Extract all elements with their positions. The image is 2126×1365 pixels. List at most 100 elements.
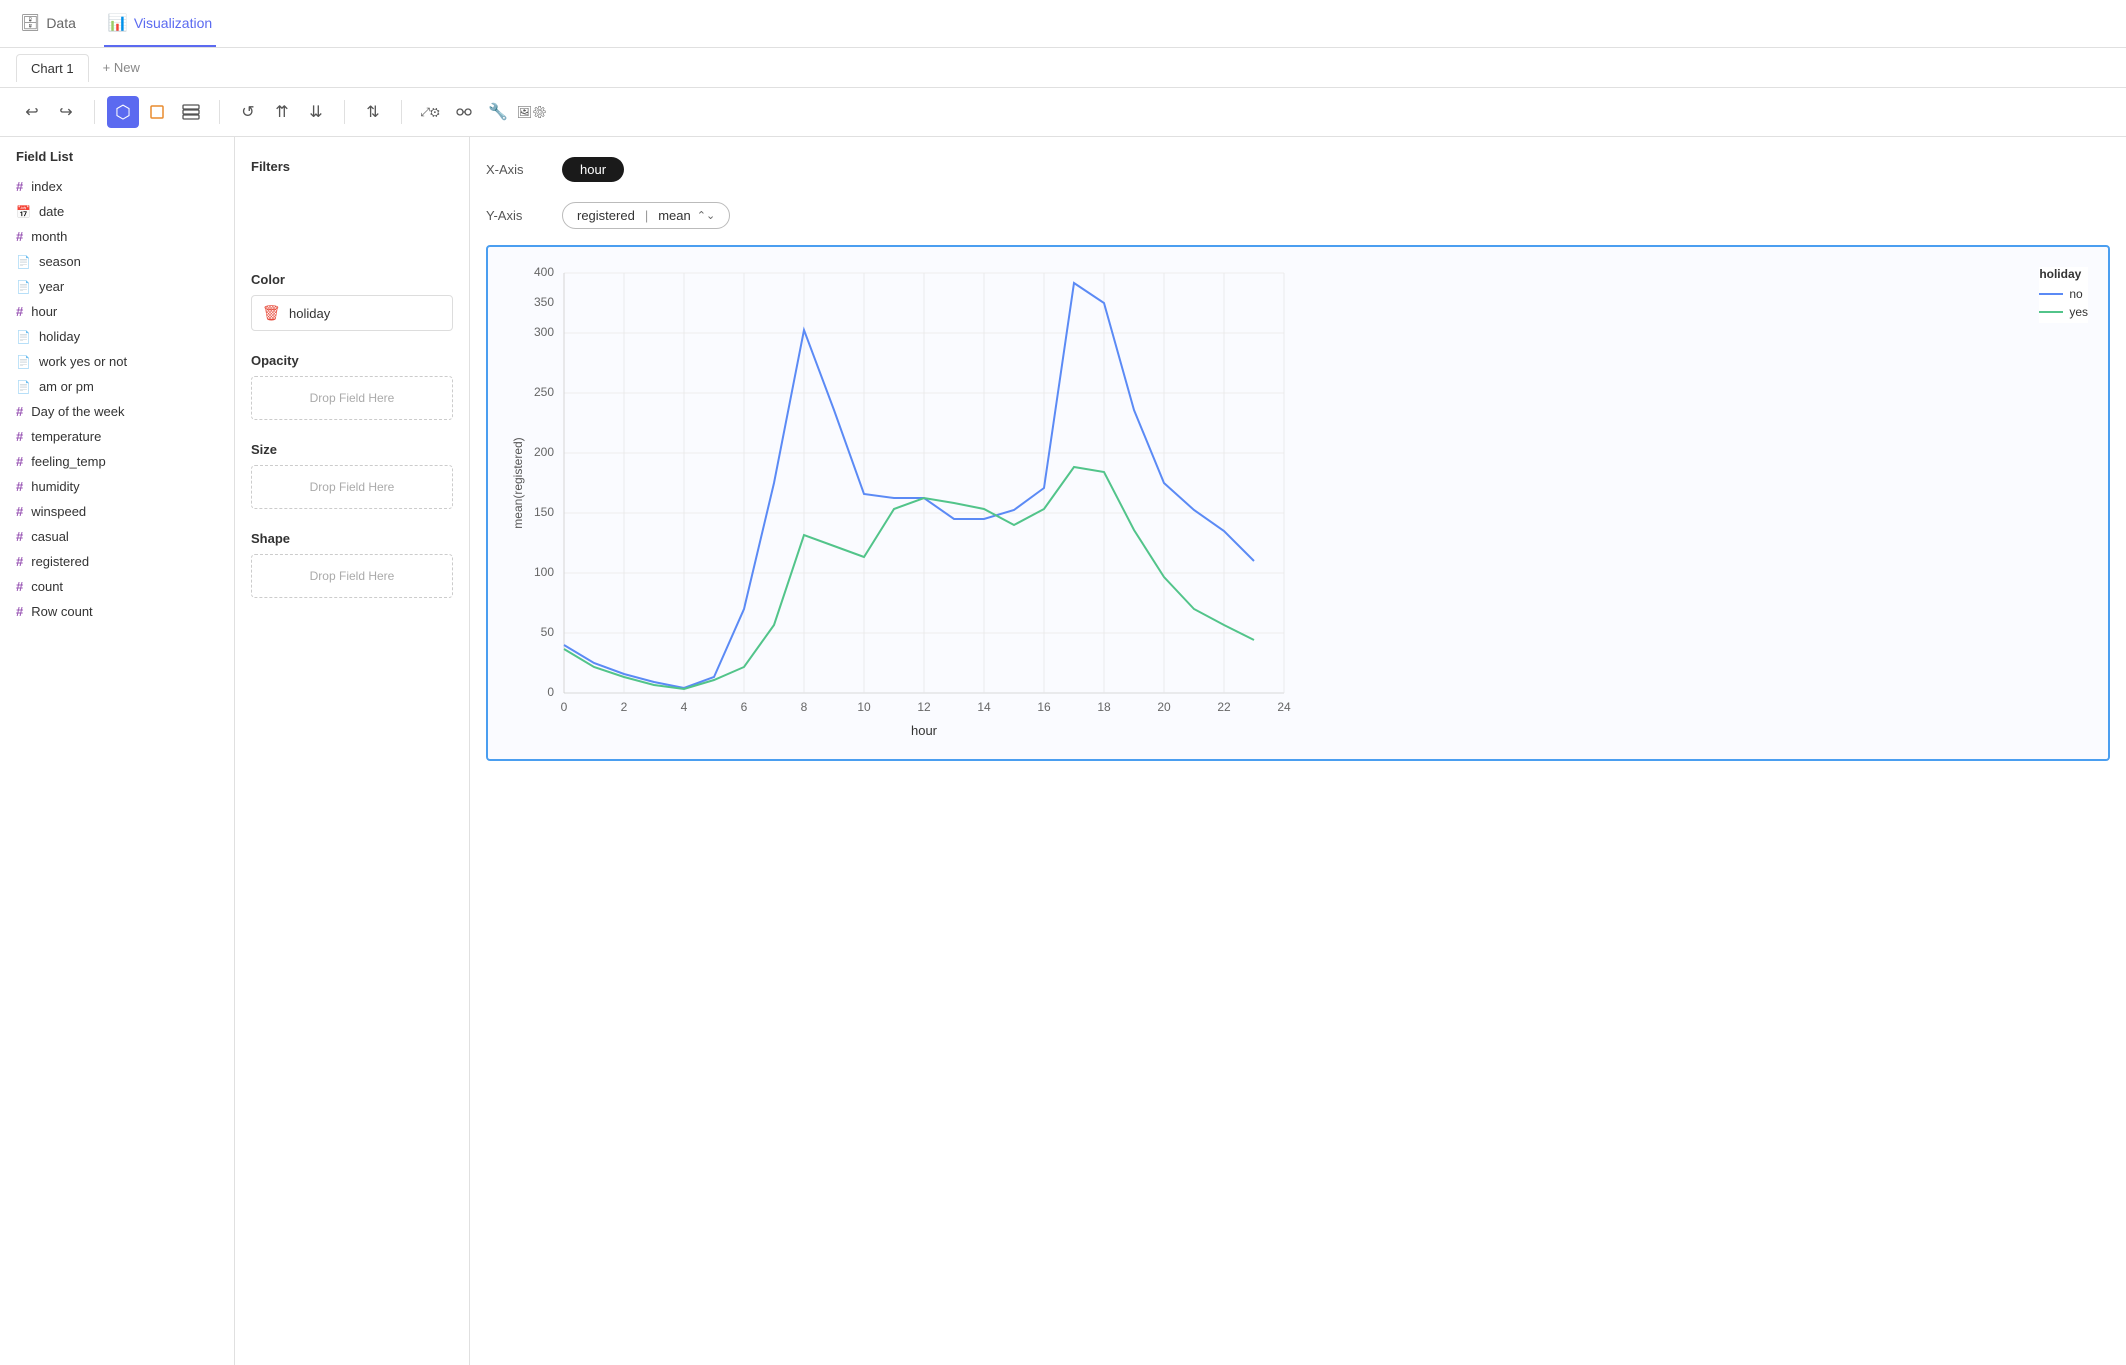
svg-text:hour: hour (911, 723, 938, 738)
field-item-casual[interactable]: # casual (0, 524, 234, 549)
chart-mode-button[interactable]: ⬡ (107, 96, 139, 128)
field-label: index (31, 179, 62, 194)
field-label: work yes or not (39, 354, 127, 369)
hash-icon: # (16, 404, 23, 419)
undo-button[interactable]: ↩ (16, 96, 48, 128)
hash-icon: # (16, 429, 23, 444)
nav-vis-label: Visualization (134, 15, 212, 31)
field-label: Row count (31, 604, 92, 619)
yaxis-label: Y-Axis (486, 208, 546, 223)
legend-line-yes (2039, 311, 2063, 313)
main-layout: Field List # index 📅date#month📄season📄year… (0, 137, 2126, 1365)
image-button[interactable]: 🖼⚙ (516, 96, 548, 128)
svg-text:4: 4 (681, 700, 688, 714)
delete-icon[interactable]: 🗑 (262, 304, 281, 322)
opacity-drop-zone[interactable]: Drop Field Here (251, 376, 453, 420)
xaxis-row: X-Axis hour (486, 153, 2110, 186)
tab-chart1[interactable]: Chart 1 (16, 54, 89, 82)
svg-text:8: 8 (801, 700, 808, 714)
field-item-hour[interactable]: #hour (0, 299, 234, 324)
shape-title: Shape (235, 521, 469, 554)
svg-text:10: 10 (857, 700, 871, 714)
wrench-button[interactable]: 🔧 (482, 96, 514, 128)
sort-desc-button[interactable]: ⇊ (300, 96, 332, 128)
hash-icon: # (16, 529, 23, 544)
field-item-row-count[interactable]: # Row count (0, 599, 234, 624)
hash-icon: # (16, 604, 23, 619)
svg-text:18: 18 (1097, 700, 1111, 714)
field-item-winspeed[interactable]: # winspeed (0, 499, 234, 524)
yaxis-field[interactable]: registered | mean ⌃⌄ (562, 202, 730, 229)
color-field-label: holiday (289, 306, 330, 321)
filters-title: Filters (235, 149, 469, 182)
field-label: temperature (31, 429, 101, 444)
svg-text:24: 24 (1277, 700, 1291, 714)
layers-button[interactable] (175, 96, 207, 128)
chart-panel: X-Axis hour Y-Axis registered | mean ⌃⌄ (470, 137, 2126, 1365)
expand-button[interactable]: ⤢⚙ (414, 96, 446, 128)
xaxis-field[interactable]: hour (562, 157, 624, 182)
redo-button[interactable]: ↪ (50, 96, 82, 128)
category-icon: 📄 (16, 330, 31, 344)
svg-text:16: 16 (1037, 700, 1051, 714)
field-label: winspeed (31, 504, 86, 519)
field-label: feeling_temp (31, 454, 105, 469)
opacity-title: Opacity (235, 343, 469, 376)
yaxis-row: Y-Axis registered | mean ⌃⌄ (486, 198, 2110, 233)
field-label: count (31, 579, 63, 594)
field-item-temperature[interactable]: # temperature (0, 424, 234, 449)
nav-data[interactable]: 🗄 Data (16, 0, 80, 47)
svg-text:200: 200 (534, 445, 554, 459)
field-item-am-or-pm[interactable]: 📄am or pm (0, 374, 234, 399)
hash-icon: # (16, 454, 23, 469)
action-group: ↺ ⇈ ⇊ (232, 96, 332, 128)
hash-icon: # (16, 479, 23, 494)
field-item-date[interactable]: 📅date (0, 199, 234, 224)
mode-group: ⬡ (107, 96, 207, 128)
hash-icon: # (16, 504, 23, 519)
field-item-count[interactable]: #count (0, 574, 234, 599)
color-chip: 🗑 holiday (251, 295, 453, 331)
nav-data-label: Data (46, 15, 76, 31)
field-item-work-yes-or-not[interactable]: 📄 work yes or not (0, 349, 234, 374)
svg-text:0: 0 (561, 700, 568, 714)
nav-visualization[interactable]: 📊 Visualization (104, 0, 216, 47)
refresh-button[interactable]: ↺ (232, 96, 264, 128)
svg-text:350: 350 (534, 295, 554, 309)
top-nav: 🗄 Data 📊 Visualization (0, 0, 2126, 48)
field-item-season[interactable]: 📄season (0, 249, 234, 274)
shape-drop-zone[interactable]: Drop Field Here (251, 554, 453, 598)
svg-text:250: 250 (534, 385, 554, 399)
field-list-title: Field List (0, 149, 234, 174)
tab-new[interactable]: + New (93, 54, 150, 81)
field-item-index[interactable]: # index (0, 174, 234, 199)
size-title: Size (235, 432, 469, 465)
field-item-feeling_temp[interactable]: # feeling_temp (0, 449, 234, 474)
filter-mode-button[interactable] (141, 96, 173, 128)
toolbar: ↩ ↪ ⬡ ↺ ⇈ ⇊ ⇅ ⤢⚙ 🔧 🖼⚙ (0, 88, 2126, 137)
field-item-month[interactable]: #month (0, 224, 234, 249)
line-chart: 0 50 100 150 200 250 300 400 350 0 2 4 6… (504, 263, 1324, 743)
svg-text:12: 12 (917, 700, 931, 714)
svg-text:22: 22 (1217, 700, 1231, 714)
field-label: casual (31, 529, 69, 544)
category-icon: 📄 (16, 380, 31, 394)
legend-item-yes: yes (2039, 305, 2088, 319)
field-item-year[interactable]: 📄year (0, 274, 234, 299)
svg-text:mean(registered): mean(registered) (511, 437, 525, 528)
svg-text:6: 6 (741, 700, 748, 714)
sort-asc-button[interactable]: ⇈ (266, 96, 298, 128)
connect-button[interactable] (448, 96, 480, 128)
hash-icon: # (16, 304, 23, 319)
field-item-humidity[interactable]: #humidity (0, 474, 234, 499)
category-icon: 📄 (16, 355, 31, 369)
hash-icon: # (16, 179, 23, 194)
size-drop-zone[interactable]: Drop Field Here (251, 465, 453, 509)
field-item-holiday[interactable]: 📄holiday (0, 324, 234, 349)
field-item-day-of-the-week[interactable]: #Day of the week (0, 399, 234, 424)
updown-button[interactable]: ⇅ (357, 96, 389, 128)
svg-text:400: 400 (534, 265, 554, 279)
sep4 (401, 100, 402, 124)
svg-text:14: 14 (977, 700, 991, 714)
field-item-registered[interactable]: #registered (0, 549, 234, 574)
